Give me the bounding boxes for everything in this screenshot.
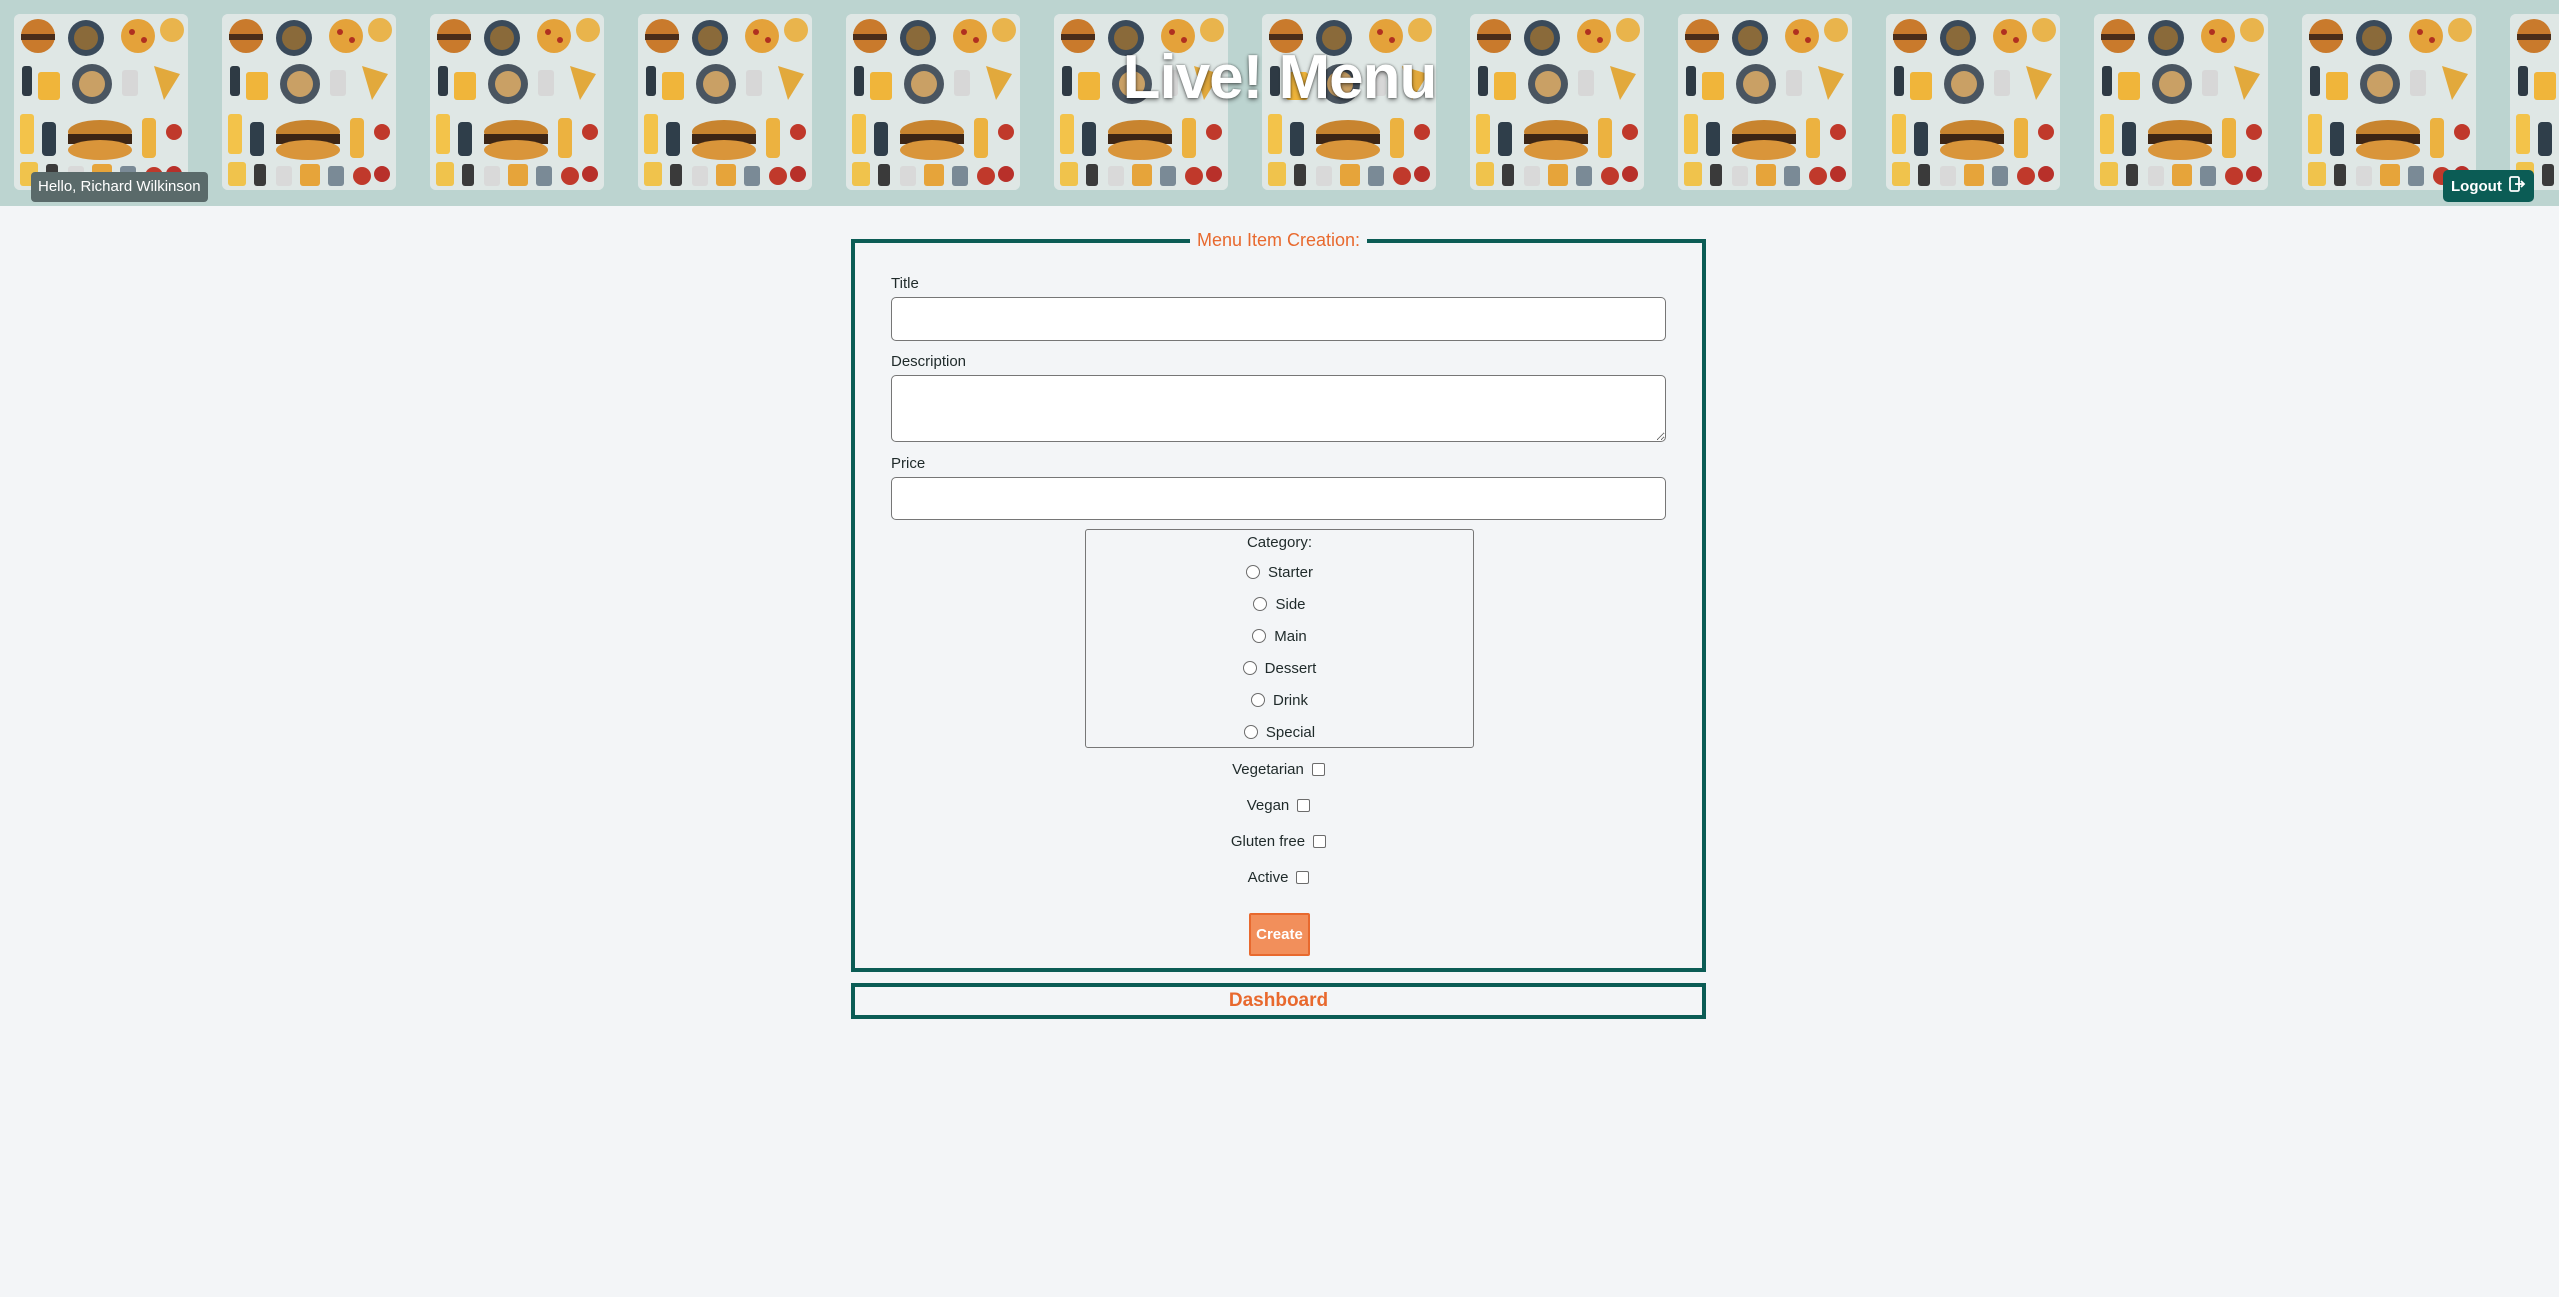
category-option-label: Starter [1267,563,1313,581]
site-title: Live! Menu [1122,43,1438,112]
title-input[interactable] [891,297,1666,341]
category-label: Category: [1246,534,1313,551]
vegan-label: Vegan [1246,796,1290,814]
radio-special[interactable] [1243,725,1258,739]
price-label: Price [891,455,926,472]
active-label: Active [1247,868,1289,886]
site-header: Live! Menu Hello, Richard Wilkinson Logo… [0,0,2559,206]
category-fieldset: Category: Starter Side Main Dessert Drin… [1085,529,1474,748]
gluten-free-label: Gluten free [1230,832,1306,850]
gluten-free-option[interactable]: Gluten free [855,831,1702,851]
category-option-label: Special [1265,723,1316,741]
radio-side[interactable] [1253,597,1268,611]
vegan-checkbox[interactable] [1297,798,1311,812]
category-option-label: Side [1275,595,1306,613]
category-option-side[interactable]: Side [1086,594,1473,614]
category-option-label: Main [1274,627,1307,645]
category-option-label: Dessert [1264,659,1317,677]
radio-starter[interactable] [1245,565,1260,579]
vegan-option[interactable]: Vegan [855,795,1702,815]
menu-item-form: Menu Item Creation: Title Description Pr… [851,230,1706,972]
category-option-label: Drink [1272,691,1308,709]
vegetarian-checkbox[interactable] [1311,762,1325,776]
category-option-dessert[interactable]: Dessert [1086,658,1473,678]
radio-main[interactable] [1252,629,1267,643]
active-checkbox[interactable] [1296,870,1310,884]
category-option-drink[interactable]: Drink [1086,690,1473,710]
form-legend: Menu Item Creation: [855,230,1702,251]
radio-dessert[interactable] [1242,661,1257,675]
title-label: Title [891,275,919,292]
create-button[interactable]: Create [1249,913,1310,956]
description-textarea[interactable] [891,375,1666,442]
logout-label: Logout [2451,177,2502,195]
active-option[interactable]: Active [855,867,1702,887]
category-option-starter[interactable]: Starter [1086,562,1473,582]
radio-drink[interactable] [1250,693,1265,707]
description-label: Description [891,353,967,370]
price-input[interactable] [891,477,1666,520]
category-option-special[interactable]: Special [1086,722,1473,742]
logout-icon [2508,175,2526,197]
user-greeting: Hello, Richard Wilkinson [31,172,208,202]
gluten-free-checkbox[interactable] [1313,834,1327,848]
logout-button[interactable]: Logout [2443,170,2534,202]
vegetarian-label: Vegetarian [1232,760,1304,778]
dashboard-link[interactable]: Dashboard [851,983,1706,1019]
category-option-main[interactable]: Main [1086,626,1473,646]
form-legend-text: Menu Item Creation: [1189,230,1368,250]
vegetarian-option[interactable]: Vegetarian [855,759,1702,779]
